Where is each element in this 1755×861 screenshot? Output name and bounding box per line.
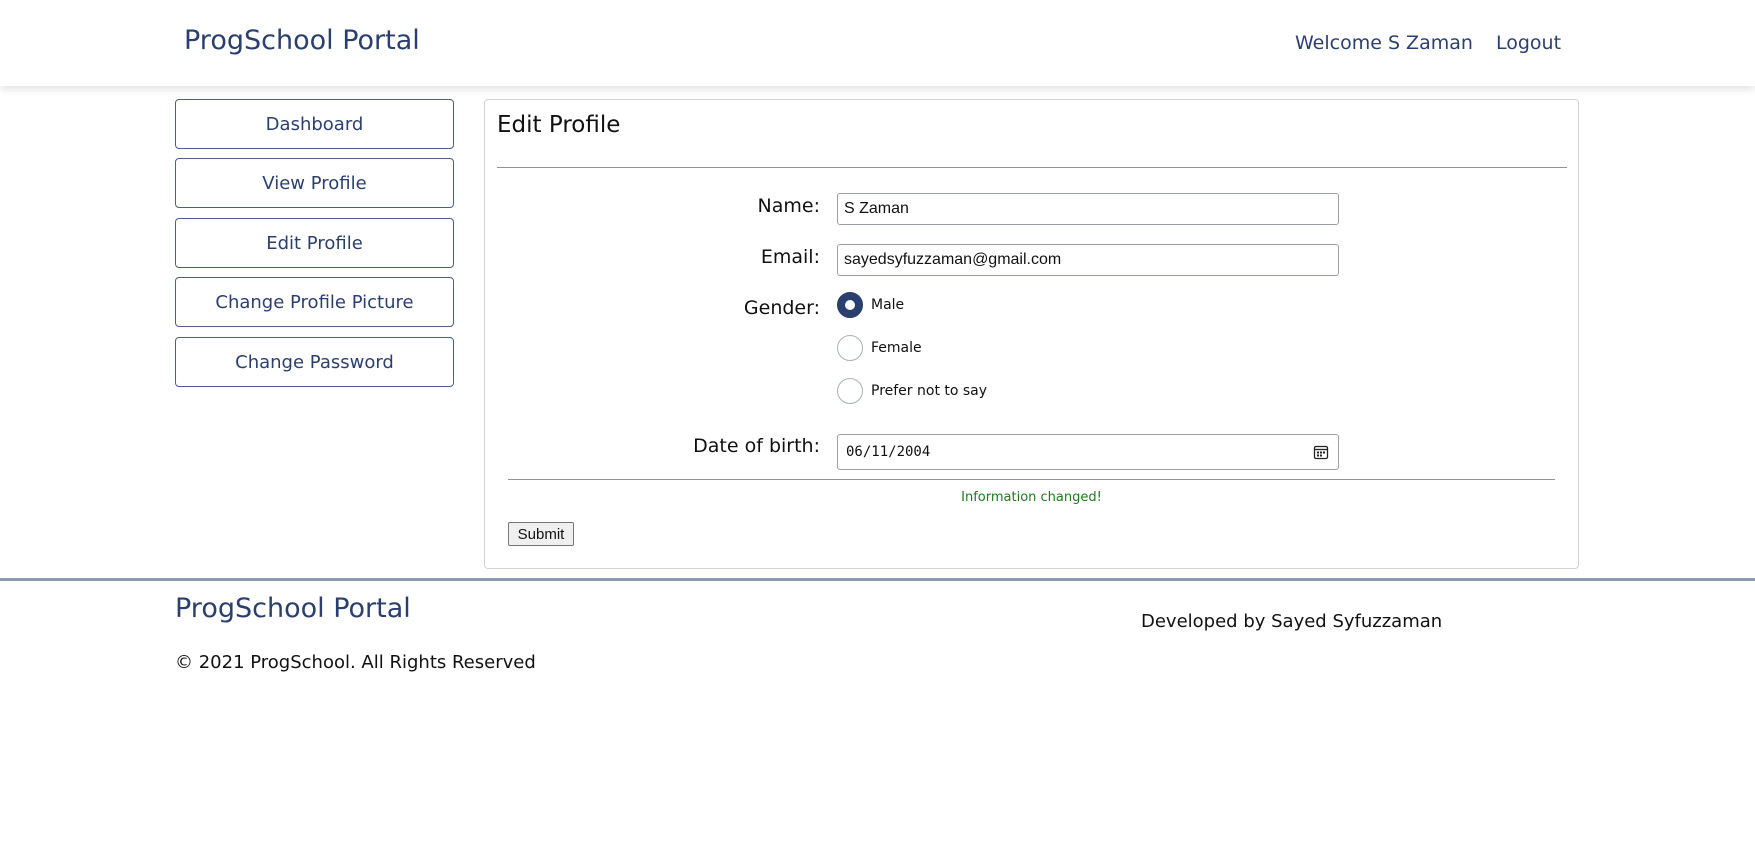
calendar-icon[interactable] [1313,444,1329,460]
footer-divider [0,578,1755,581]
brand-logo-link[interactable]: ProgSchool Portal [184,25,420,56]
radio-prefer-not-to-say[interactable] [837,378,863,404]
sidebar-item-change-password[interactable]: Change Password [175,337,454,387]
name-input[interactable] [837,193,1339,225]
status-message: Information changed! [961,490,1102,505]
email-label: Email: [760,246,820,268]
footer-copyright: © 2021 ProgSchool. All Rights Reserved [175,652,536,673]
logout-link[interactable]: Logout [1496,32,1561,54]
name-label: Name: [757,195,820,217]
edit-profile-card: Edit Profile Name: Email: Gender: Male F… [484,99,1579,569]
sidebar-item-edit-profile[interactable]: Edit Profile [175,218,454,268]
submit-button[interactable]: Submit [508,522,574,546]
title-divider [497,167,1567,168]
radio-male[interactable] [837,292,863,318]
radio-female[interactable] [837,335,863,361]
dob-label: Date of birth: [693,435,820,457]
sidebar-item-dashboard[interactable]: Dashboard [175,99,454,149]
dob-date-input[interactable]: 06/11/2004 [837,434,1339,470]
footer-brand: ProgSchool Portal [175,593,411,624]
radio-label-male: Male [871,297,905,313]
dob-value: 06/11/2004 [846,444,931,460]
gender-option-female[interactable]: Female [837,335,922,361]
radio-label-female: Female [871,340,922,356]
card-title: Edit Profile [497,112,621,138]
gender-label: Gender: [743,297,820,319]
email-input[interactable] [837,244,1339,276]
footer-developer: Developed by Sayed Syfuzzaman [1141,611,1443,632]
gender-option-prefer-not-to-say[interactable]: Prefer not to say [837,378,987,404]
welcome-user-link[interactable]: Welcome S Zaman [1295,32,1473,54]
top-navbar: ProgSchool Portal Welcome S Zaman Logout [0,0,1755,86]
radio-label-prefer-not-to-say: Prefer not to say [871,383,988,399]
sidebar-item-view-profile[interactable]: View Profile [175,158,454,208]
sidebar-item-change-profile-picture[interactable]: Change Profile Picture [175,277,454,327]
gender-option-male[interactable]: Male [837,292,904,318]
form-divider [508,479,1555,480]
